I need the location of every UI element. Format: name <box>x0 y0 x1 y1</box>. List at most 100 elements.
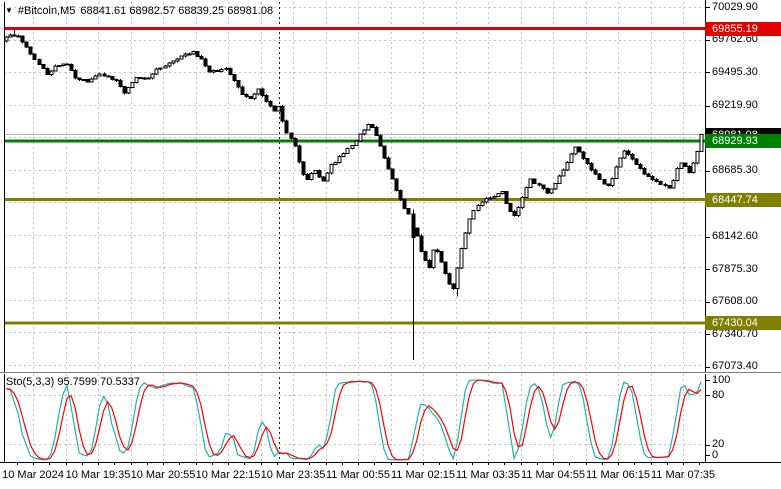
candle-bullish <box>219 68 224 72</box>
candle-bearish <box>585 158 590 165</box>
time-axis-label: 10 Mar 22:15 <box>195 469 261 481</box>
candle-bearish <box>435 249 440 253</box>
candle-bullish <box>276 105 281 112</box>
candle-bearish <box>638 163 643 169</box>
candle-bearish <box>248 95 253 100</box>
price-axis-label: 69495.30 <box>712 65 758 78</box>
candle-bearish <box>504 191 509 204</box>
candle-bearish <box>24 41 29 48</box>
chart-title: ▼ #Bitcoin,M5 68841.61 68982.57 68839.25… <box>5 5 273 17</box>
candle-bullish <box>354 140 359 146</box>
candle-bullish <box>569 153 574 163</box>
candle-bearish <box>654 178 659 183</box>
time-axis-label: 10 Mar 20:55 <box>130 469 196 481</box>
candle-bearish <box>138 77 143 80</box>
candle-bullish <box>691 162 696 173</box>
candle-bearish <box>317 170 322 178</box>
candle-bearish <box>512 210 517 217</box>
symbol-timeframe-label: #Bitcoin,M5 <box>17 5 76 17</box>
price-axis-label: 68142.60 <box>712 230 758 243</box>
candle-bearish <box>398 189 403 201</box>
candle-bullish <box>614 166 619 179</box>
candle-bearish <box>443 261 448 275</box>
candle-bullish <box>89 78 94 83</box>
candle-bullish <box>496 193 501 197</box>
candle-bearish <box>642 167 647 175</box>
candle-bearish <box>305 173 310 181</box>
candle-bullish <box>455 267 460 290</box>
candle-bullish <box>93 75 98 80</box>
candle-bullish <box>500 191 505 195</box>
candle-bearish <box>378 134 383 147</box>
candle-bullish <box>471 209 476 220</box>
candle-bullish <box>484 198 489 203</box>
candle-bearish <box>390 168 395 180</box>
candle-bearish <box>667 185 672 189</box>
candle-bearish <box>122 86 127 94</box>
time-axis-label: 11 Mar 00:55 <box>325 469 391 481</box>
candle-bullish <box>341 152 346 158</box>
candle-bearish <box>606 183 611 186</box>
price-axis-label: 69219.90 <box>712 99 758 112</box>
candle-bearish <box>37 58 42 65</box>
candle-bullish <box>528 178 533 188</box>
candle-bullish <box>431 249 436 269</box>
candle-bearish <box>581 151 586 160</box>
candle-bullish <box>53 65 58 72</box>
time-axis-label: 11 Mar 03:35 <box>455 469 521 481</box>
candle-bullish <box>325 172 330 182</box>
price-badge: 68929.93 <box>705 133 781 148</box>
candle-bearish <box>626 150 631 156</box>
candle-bearish <box>272 105 277 112</box>
candle-bearish <box>16 35 21 38</box>
candle-bearish <box>260 88 265 96</box>
candle-bearish <box>284 120 289 134</box>
candle-bullish <box>362 129 367 135</box>
stochastic-main-line <box>5 379 702 461</box>
grid <box>4 2 705 462</box>
candle-bearish <box>85 79 90 83</box>
candle-bullish <box>480 201 485 207</box>
candle-bearish <box>541 184 546 190</box>
candle-bearish <box>45 67 50 76</box>
candle-bearish <box>370 123 375 128</box>
candle-bullish <box>329 164 334 174</box>
candle-bearish <box>545 188 550 194</box>
candle-bullish <box>492 195 497 199</box>
candle-bearish <box>240 86 245 95</box>
candle-bearish <box>439 251 444 263</box>
candle-bearish <box>411 213 416 239</box>
price-axis-label: 67875.30 <box>712 262 758 275</box>
candle-bearish <box>415 227 420 237</box>
candle-bearish <box>73 69 78 79</box>
candle-bearish <box>423 251 428 261</box>
candle-bearish <box>301 161 306 175</box>
candle-bullish <box>549 188 554 194</box>
candle-bullish <box>520 196 525 208</box>
candle-bullish <box>8 34 13 38</box>
candle-bearish <box>687 166 692 173</box>
candle-bullish <box>467 218 472 234</box>
candle-bearish <box>232 74 237 82</box>
candle-bullish <box>61 63 66 66</box>
main-chart-canvas[interactable] <box>0 0 781 489</box>
candle-bearish <box>199 56 204 60</box>
candle-bearish <box>280 105 285 122</box>
candle-bullish <box>191 51 196 55</box>
candle-bullish <box>97 73 102 77</box>
candle-bullish <box>175 58 180 62</box>
time-axis-label: 10 Mar 23:35 <box>260 469 326 481</box>
candle-bullish <box>183 53 188 57</box>
candle-bullish <box>211 70 216 73</box>
time-axis-label: 11 Mar 07:35 <box>650 469 716 481</box>
time-axis-label: 11 Mar 04:55 <box>520 469 586 481</box>
indicator-axis-label: 0 <box>712 448 719 461</box>
candle-bearish <box>382 145 387 159</box>
candle-bullish <box>622 150 627 159</box>
candle-bearish <box>41 63 46 69</box>
candle-bullish <box>134 77 139 83</box>
candle-bearish <box>264 94 269 102</box>
candle-bearish <box>65 63 70 66</box>
candle-bullish <box>49 70 54 76</box>
one-click-trading-collapse-icon[interactable]: ▼ <box>5 6 13 16</box>
